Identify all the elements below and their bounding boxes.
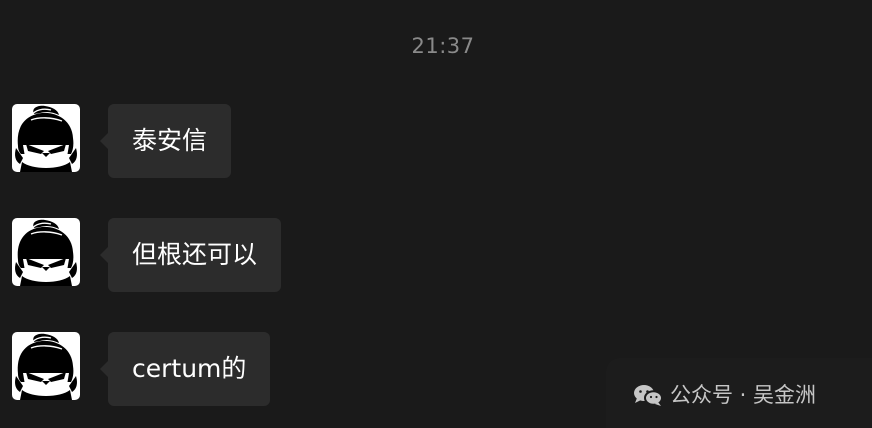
message-bubble[interactable]: 但根还可以 <box>99 218 282 292</box>
cartoon-face-avatar-icon <box>15 105 77 172</box>
message-bubble[interactable]: 泰安信 <box>99 104 232 178</box>
cartoon-face-avatar-icon <box>15 333 77 400</box>
wechat-icon <box>634 385 663 406</box>
message-bubble[interactable]: certum的 <box>99 332 271 406</box>
avatar[interactable] <box>12 104 80 172</box>
cartoon-face-avatar-icon <box>15 219 77 286</box>
watermark-text: 公众号 · 吴金洲 <box>670 383 817 407</box>
avatar[interactable] <box>12 332 80 400</box>
avatar[interactable] <box>12 218 80 286</box>
chat-timestamp: 21:37 <box>411 34 475 58</box>
